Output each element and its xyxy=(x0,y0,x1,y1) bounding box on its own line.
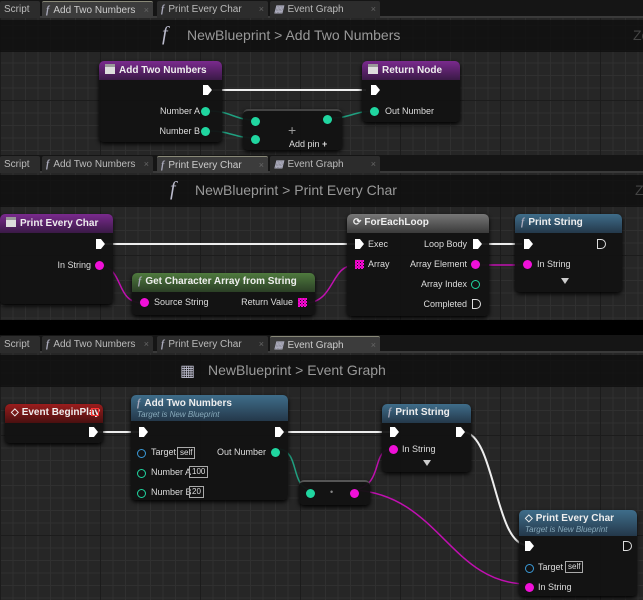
int-to-string-conversion-node[interactable]: • xyxy=(299,480,370,505)
event-delegate-pin[interactable] xyxy=(91,408,99,416)
in-string-pin[interactable] xyxy=(95,261,104,270)
exec-in-pin[interactable] xyxy=(390,427,399,437)
exec-out-pin[interactable] xyxy=(203,85,212,95)
print-every-char-call-node[interactable]: ◇ Print Every Char Target is New Blueprint… xyxy=(519,510,637,596)
function-icon: f xyxy=(388,407,392,418)
event-icon: ◇ xyxy=(11,407,19,418)
function-icon: f xyxy=(521,217,525,228)
add-node[interactable]: + Add pin + xyxy=(243,109,342,150)
print-string-node[interactable]: f Print String In String xyxy=(382,404,471,472)
string-wire xyxy=(353,489,530,585)
target-pin[interactable] xyxy=(525,564,534,573)
exec-in-pin[interactable] xyxy=(524,239,533,249)
print-string-node[interactable]: f Print String In String xyxy=(515,214,622,292)
add-pin-button[interactable]: Add pin + xyxy=(289,139,327,149)
exec-in-pin[interactable] xyxy=(139,427,148,437)
exec-out-pin[interactable] xyxy=(623,541,632,551)
return-value-array-pin[interactable] xyxy=(298,298,307,307)
loop-icon: ⟳ xyxy=(353,217,362,228)
number-b-pin[interactable] xyxy=(201,127,210,136)
function-entry-icon xyxy=(105,64,115,74)
function-entry-icon xyxy=(6,217,16,227)
graph-panel-print-every-char[interactable]: Script f Add Two Numbers × f Print Every Ch… xyxy=(0,155,643,320)
graph-panel-event-graph[interactable]: Script f Add Two Numbers × f Print Every Ch… xyxy=(0,335,643,600)
function-icon: f xyxy=(137,398,141,409)
exec-in-pin[interactable] xyxy=(525,541,534,551)
number-a-pin[interactable] xyxy=(137,469,146,478)
target-value[interactable]: self xyxy=(177,447,196,459)
in-string-pin[interactable] xyxy=(389,445,398,454)
conversion-input-pin[interactable] xyxy=(306,489,315,498)
get-character-array-node[interactable]: f Get Character Array from String Source … xyxy=(132,273,315,315)
exec-out-pin[interactable] xyxy=(456,427,465,437)
return-node[interactable]: Return Node Out Number xyxy=(362,61,460,122)
event-beginplay-node[interactable]: ◇ Event BeginPlay xyxy=(5,404,103,443)
exec-out-pin[interactable] xyxy=(275,427,284,437)
plus-icon: + xyxy=(322,139,328,149)
return-icon xyxy=(368,64,378,74)
exec-out-pin[interactable] xyxy=(89,427,98,437)
add-output-pin[interactable] xyxy=(323,115,332,124)
array-element-pin[interactable] xyxy=(471,260,480,269)
in-string-pin[interactable] xyxy=(525,583,534,592)
out-number-pin[interactable] xyxy=(370,107,379,116)
add-input-b-pin[interactable] xyxy=(251,135,260,144)
foreachloop-node[interactable]: ⟳ ForEachLoop Exec Array Loop Body Array … xyxy=(347,214,489,316)
expand-arrow-icon[interactable] xyxy=(561,278,569,284)
add-input-a-pin[interactable] xyxy=(251,117,260,126)
target-value[interactable]: self xyxy=(565,561,584,573)
function-entry-node[interactable]: Add Two Numbers Number A Number B xyxy=(99,61,222,142)
exec-out-pin[interactable] xyxy=(96,239,105,249)
completed-pin[interactable] xyxy=(472,299,481,309)
out-number-pin[interactable] xyxy=(271,448,280,457)
number-b-pin[interactable] xyxy=(137,489,146,498)
function-entry-node[interactable]: Print Every Char In String xyxy=(0,214,113,304)
exec-in-pin[interactable] xyxy=(355,239,364,249)
function-icon: f xyxy=(138,276,142,287)
number-a-pin[interactable] xyxy=(201,107,210,116)
number-a-input[interactable]: 100 xyxy=(189,466,209,478)
array-index-pin[interactable] xyxy=(471,280,480,289)
in-string-pin[interactable] xyxy=(523,260,532,269)
source-string-pin[interactable] xyxy=(140,298,149,307)
number-b-input[interactable]: 20 xyxy=(189,486,204,498)
exec-wire xyxy=(463,431,528,546)
target-pin[interactable] xyxy=(137,449,146,458)
graph-panel-add-two-numbers[interactable]: Script f Add Two Numbers × f Print Every Ch… xyxy=(0,0,643,155)
exec-in-pin[interactable] xyxy=(371,85,380,95)
loop-body-pin[interactable] xyxy=(473,239,482,249)
add-two-numbers-call-node[interactable]: f Add Two Numbers Target is New Blueprint … xyxy=(131,395,288,500)
expand-arrow-icon[interactable] xyxy=(423,460,431,466)
conversion-output-pin[interactable] xyxy=(350,489,359,498)
array-pin[interactable] xyxy=(355,260,364,269)
function-call-icon: ◇ xyxy=(525,513,533,524)
exec-out-pin[interactable] xyxy=(597,239,606,249)
